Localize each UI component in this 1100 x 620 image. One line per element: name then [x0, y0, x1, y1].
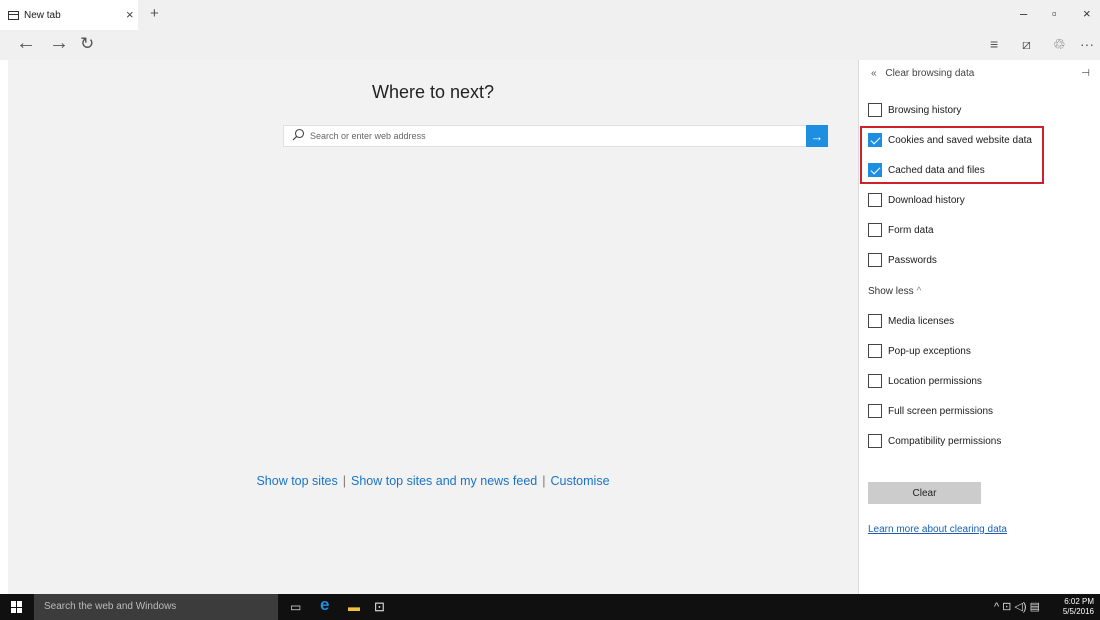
option-passwords[interactable]: Passwords: [868, 252, 937, 268]
taskbar-search-box[interactable]: Search the web and Windows: [34, 594, 278, 620]
option-label: Location permissions: [888, 375, 982, 387]
hub-icon[interactable]: ≡: [990, 36, 998, 52]
back-chevron-icon[interactable]: «: [871, 68, 877, 79]
show-top-sites-link[interactable]: Show top sites: [256, 474, 337, 488]
checkbox[interactable]: [868, 223, 882, 237]
go-button[interactable]: →: [806, 125, 828, 147]
option-compatibility-permissions[interactable]: Compatibility permissions: [868, 433, 1001, 449]
close-window-button[interactable]: ×: [1083, 6, 1091, 21]
option-media-licenses[interactable]: Media licenses: [868, 313, 954, 329]
show-less-label: Show less: [868, 286, 914, 297]
system-tray-icons[interactable]: ^ ⊡ ◁) ▤: [994, 600, 1040, 613]
chevron-up-icon: ^: [916, 286, 922, 297]
learn-more-link[interactable]: Learn more about clearing data: [868, 524, 1007, 535]
option-label: Pop-up exceptions: [888, 345, 971, 357]
customise-link[interactable]: Customise: [550, 474, 609, 488]
edge-icon[interactable]: e: [320, 595, 329, 615]
windows-start-icon[interactable]: [11, 601, 23, 613]
option-label: Passwords: [888, 254, 937, 266]
tab-title: New tab: [24, 9, 61, 21]
highlight-box: [860, 126, 1044, 184]
option-label: Compatibility permissions: [888, 435, 1002, 447]
checkbox[interactable]: [868, 374, 882, 388]
task-view-icon[interactable]: ▭: [290, 600, 301, 614]
option-download-history[interactable]: Download history: [868, 192, 965, 208]
back-button[interactable]: ←: [16, 32, 36, 55]
search-bar[interactable]: →: [283, 125, 828, 147]
option-browsing-history[interactable]: Browsing history: [868, 102, 961, 118]
restore-button[interactable]: ▫: [1052, 6, 1057, 21]
clock[interactable]: 6:02 PM 5/5/2016: [1063, 597, 1094, 617]
tab-new-tab[interactable]: New tab ×: [0, 0, 138, 30]
new-tab-button[interactable]: +: [150, 5, 159, 22]
option-label: Media licenses: [888, 315, 955, 327]
web-note-icon[interactable]: ⧄: [1022, 36, 1031, 53]
checkbox[interactable]: [868, 404, 882, 418]
file-explorer-icon[interactable]: ▬: [348, 600, 360, 614]
share-icon[interactable]: ♲: [1053, 36, 1066, 53]
minimize-button[interactable]: –: [1020, 6, 1027, 21]
feed-options: Show top sites | Show top sites and my new…: [8, 474, 858, 488]
checkbox[interactable]: [868, 344, 882, 358]
refresh-button[interactable]: ↻: [80, 34, 94, 54]
pane-header: « Clear browsing data: [871, 68, 974, 79]
show-less-toggle[interactable]: Show less ^: [868, 286, 921, 297]
checkbox[interactable]: [868, 434, 882, 448]
search-icon: [292, 128, 305, 141]
clock-date: 5/5/2016: [1062, 607, 1094, 616]
pane-title: Clear browsing data: [885, 68, 975, 79]
clock-time: 6:02 PM: [1064, 597, 1094, 606]
option-full-screen-permissions[interactable]: Full screen permissions: [868, 403, 993, 419]
tab-page-icon: [8, 10, 19, 20]
option-form-data[interactable]: Form data: [868, 222, 934, 238]
option-label: Download history: [888, 194, 965, 206]
link-separator: |: [542, 474, 546, 488]
checkbox[interactable]: [868, 253, 882, 267]
tab-close-icon[interactable]: ×: [126, 7, 134, 22]
show-top-sites-news-link[interactable]: Show top sites and my news feed: [351, 474, 537, 488]
clear-button[interactable]: Clear: [868, 482, 981, 504]
taskbar: Search the web and Windows ▭ e ▬ ⊡ ^ ⊡ ◁…: [0, 594, 1100, 620]
clear-browsing-data-pane: « Clear browsing data ⊣ Browsing history…: [858, 60, 1100, 594]
option-label: Browsing history: [888, 104, 962, 116]
option-label: Form data: [888, 224, 934, 236]
forward-button[interactable]: →: [49, 32, 69, 55]
new-tab-page: Where to next? → Show top sites|Show top…: [8, 60, 858, 594]
checkbox[interactable]: [868, 193, 882, 207]
browser-window: New tab × + – ▫ × ← → ↻ ≡ ⧄ ♲ ··· Where …: [0, 0, 1100, 620]
search-input[interactable]: [310, 128, 800, 144]
more-icon[interactable]: ···: [1080, 36, 1094, 52]
tab-strip: New tab × + – ▫ ×: [0, 0, 1100, 30]
option-popup-exceptions[interactable]: Pop-up exceptions: [868, 343, 971, 359]
checkbox[interactable]: [868, 314, 882, 328]
page-title: Where to next?: [371, 82, 495, 102]
store-icon[interactable]: ⊡: [374, 599, 385, 615]
option-location-permissions[interactable]: Location permissions: [868, 373, 982, 389]
navigation-toolbar: ← → ↻ ≡ ⧄ ♲ ···: [0, 30, 1100, 60]
option-label: Full screen permissions: [888, 405, 994, 417]
link-separator: |: [342, 474, 347, 488]
checkbox[interactable]: [868, 103, 882, 117]
pin-icon[interactable]: ⊣: [1081, 68, 1090, 79]
